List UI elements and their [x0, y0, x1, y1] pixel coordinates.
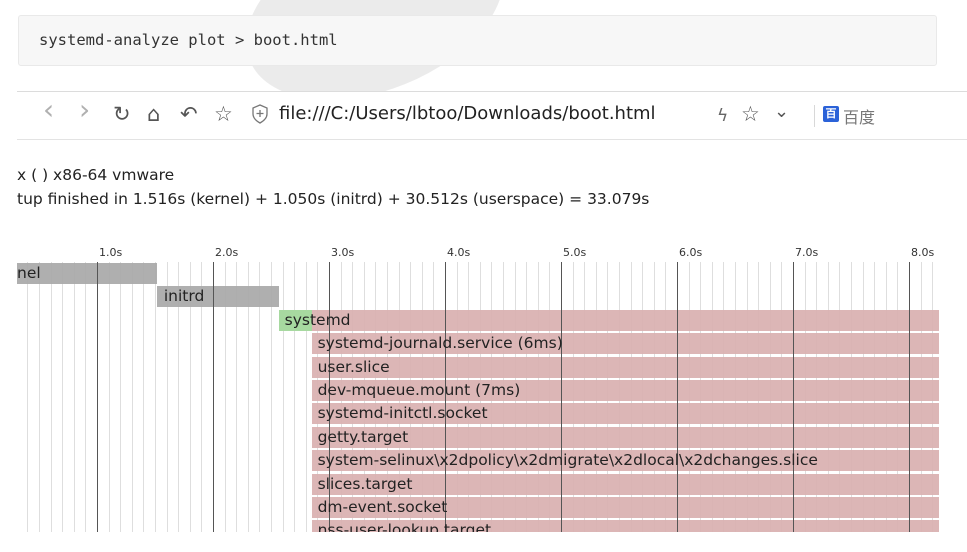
forward-icon[interactable]: ›	[79, 96, 90, 124]
minor-grid-line	[50, 262, 52, 532]
startup-summary-line: tup finished in 1.516s (kernel) + 1.050s…	[17, 190, 650, 208]
command-code-block: systemd-analyze plot > boot.html	[18, 15, 937, 66]
major-grid-line	[909, 262, 910, 532]
major-grid-line	[213, 262, 214, 532]
unit-bar	[278, 309, 939, 331]
unit-label: systemd-journald.service (6ms)	[317, 334, 563, 353]
lightning-icon[interactable]: ϟ	[717, 103, 728, 129]
minor-grid-line	[282, 262, 284, 532]
baidu-icon[interactable]: 百	[823, 106, 839, 122]
major-grid-line	[97, 262, 98, 532]
unit-label: getty.target	[317, 427, 409, 446]
minor-grid-line	[305, 262, 307, 532]
major-grid-line	[561, 262, 562, 532]
minor-grid-line	[131, 262, 133, 532]
unit-label: slices.target	[317, 474, 413, 493]
unit-label: dm-event.socket	[317, 498, 448, 516]
unit-label: system-selinux\x2dpolicy\x2dmigrate\x2dl…	[317, 451, 818, 470]
unit-label: dev-mqueue.mount (7ms)	[317, 381, 521, 399]
major-grid-line	[793, 262, 794, 532]
minor-grid-line	[85, 262, 87, 532]
reload-icon[interactable]: ↻	[113, 101, 131, 127]
minor-grid-line	[39, 262, 40, 532]
time-tick-label: 3.0s	[331, 246, 355, 259]
home-icon[interactable]: ⌂	[147, 101, 160, 127]
address-bar-url[interactable]: file:///C:/Users/lbtoo/Downloads/boot.ht…	[279, 103, 656, 124]
unit-label: user.slice	[317, 357, 390, 376]
command-text: systemd-analyze plot > boot.html	[39, 31, 338, 49]
undo-icon[interactable]: ↶	[180, 101, 198, 127]
minor-grid-line	[73, 262, 75, 532]
back-icon[interactable]: ‹	[43, 96, 54, 124]
star-icon[interactable]: ☆	[741, 101, 760, 127]
time-tick-label: 8.0s	[911, 246, 935, 259]
unit-label: initrd	[163, 287, 205, 306]
minor-grid-line	[108, 262, 110, 532]
browser-toolbar: ‹ › ↻ ⌂ ↶ ☆ file:///C:/Users/lbtoo/Downl…	[17, 91, 967, 140]
time-tick-label: 5.0s	[563, 246, 587, 259]
unit-label: nss-user-lookup.target	[317, 521, 492, 532]
toolbar-divider	[814, 105, 815, 127]
minor-grid-line	[27, 262, 29, 532]
search-engine-label[interactable]: 百度	[843, 104, 875, 128]
unit-bar	[311, 356, 939, 378]
time-tick-label: 6.0s	[679, 246, 703, 259]
minor-grid-line	[120, 262, 122, 532]
time-tick-label: 7.0s	[795, 246, 819, 259]
unit-label: systemd-initctl.socket	[317, 404, 488, 423]
time-tick-label: 4.0s	[447, 246, 471, 259]
time-tick-label: 1.0s	[99, 246, 123, 259]
major-grid-line	[677, 262, 678, 532]
minor-grid-line	[143, 262, 145, 532]
minor-grid-line	[155, 262, 156, 532]
dropdown-icon[interactable]: ⌄	[774, 99, 789, 125]
shield-icon	[252, 104, 268, 124]
minor-grid-line	[294, 262, 296, 532]
system-info-line: x ( ) x86-64 vmware	[17, 166, 175, 184]
unit-label: nel	[17, 264, 41, 282]
unit-label: systemd	[284, 310, 351, 329]
time-tick-label: 2.0s	[215, 246, 239, 259]
boot-timeline-chart: 1.0s 2.0s 3.0s 4.0s 5.0s 6.0s 7.0s 8.0s nel initr…	[17, 240, 939, 532]
minor-grid-line	[62, 262, 64, 532]
bookmark-icon[interactable]: ☆	[214, 101, 233, 127]
